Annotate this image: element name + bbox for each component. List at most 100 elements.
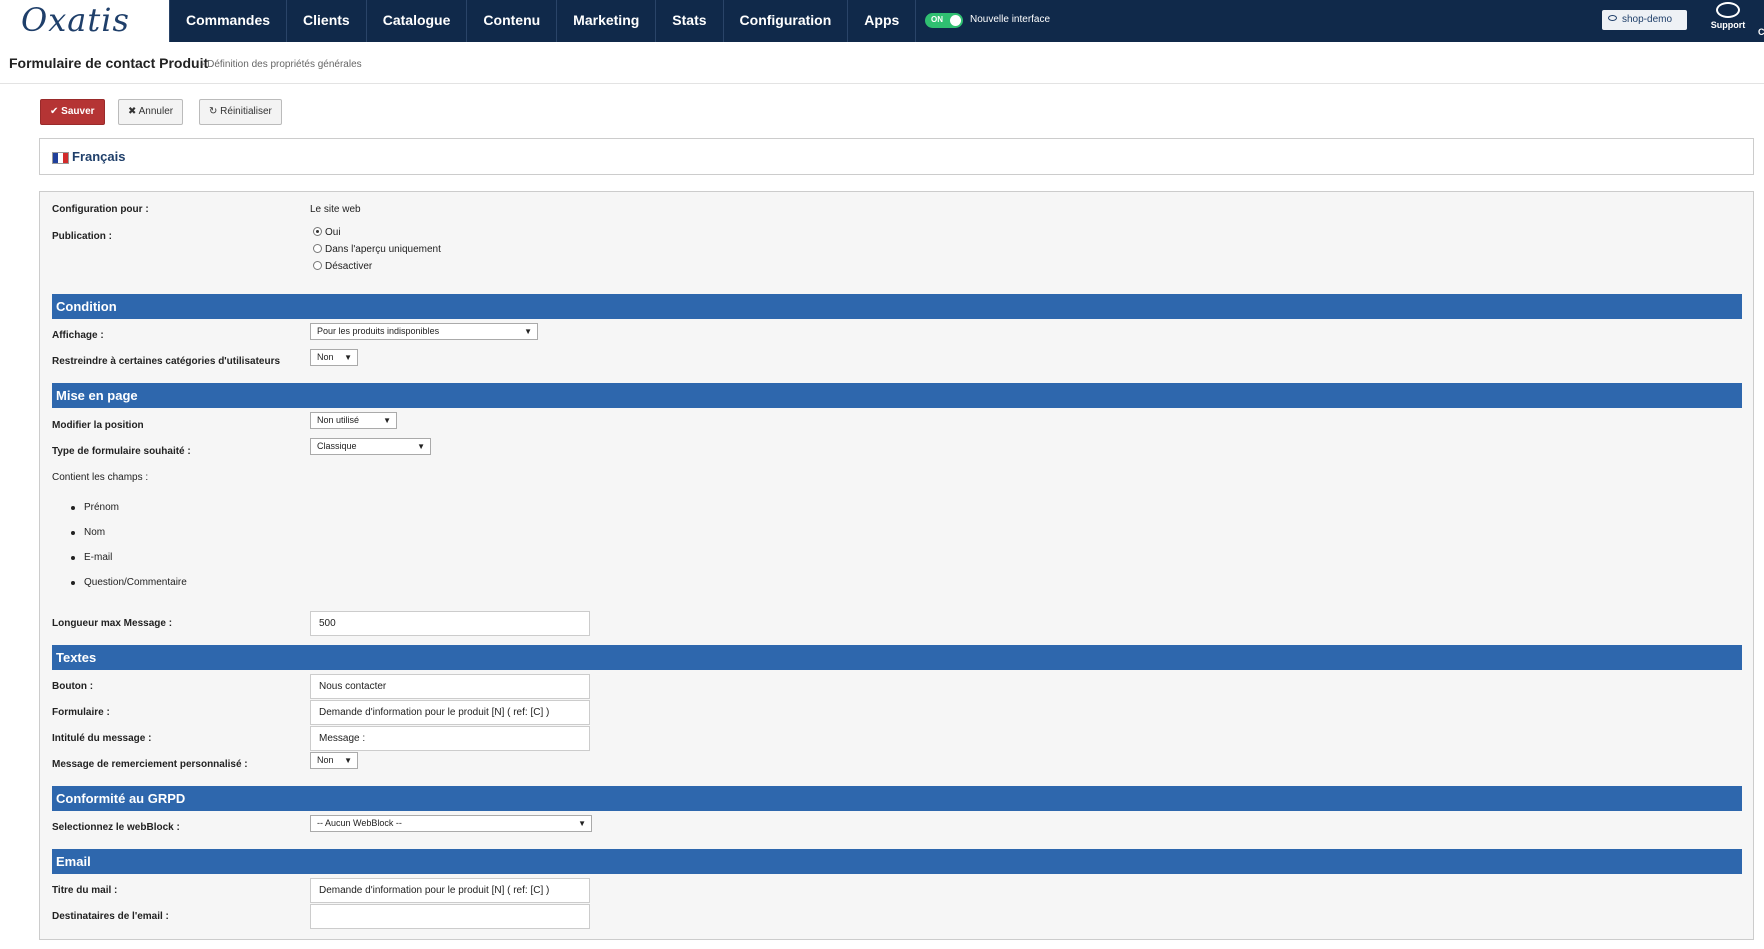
logo[interactable]: Oxatis	[0, 0, 169, 42]
logo-text: Oxatis	[21, 1, 130, 39]
nav-item-apps[interactable]: Apps	[848, 0, 917, 42]
publication-label: Publication :	[52, 231, 112, 242]
nav-item-configuration[interactable]: Configuration	[724, 0, 849, 42]
radio-icon	[313, 243, 322, 253]
list-item: E-mail	[70, 552, 112, 563]
toggle-label: Nouvelle interface	[970, 14, 1051, 25]
french-flag-icon	[52, 152, 69, 164]
affichage-select[interactable]: Pour les produits indisponibles ▼	[310, 323, 538, 340]
check-icon: ✔	[50, 106, 59, 117]
intitule-label: Intitulé du message :	[52, 733, 152, 744]
formulaire-input[interactable]: Demande d'information pour le produit [N…	[310, 700, 590, 725]
cancel-label: Annuler	[138, 106, 174, 117]
publication-option-desactiver[interactable]: Désactiver	[313, 260, 373, 272]
reset-label: Réinitialiser	[220, 106, 272, 117]
language-panel: Français	[39, 138, 1754, 175]
truncated-nav-label[interactable]: C	[1758, 27, 1764, 37]
page-subtitle: - Définition des propriétés générales	[201, 59, 362, 70]
mail-title-input[interactable]: Demande d'information pour le produit [N…	[310, 878, 590, 903]
dropdown-arrow-icon: ▼	[344, 353, 352, 362]
save-label: Sauver	[61, 106, 95, 117]
form-type-select[interactable]: Classique ▼	[310, 438, 431, 455]
radio-icon	[313, 260, 322, 270]
nav-item-clients[interactable]: Clients	[287, 0, 367, 42]
section-condition: Condition	[52, 294, 1742, 319]
close-icon: ✖	[128, 106, 137, 117]
restreindre-value: Non	[317, 352, 334, 362]
section-textes: Textes	[52, 645, 1742, 670]
dropdown-arrow-icon: ▼	[383, 416, 391, 425]
config-label: Configuration pour :	[52, 204, 149, 215]
cancel-button[interactable]: ✖ Annuler	[118, 99, 184, 125]
max-length-value: 500	[319, 618, 336, 629]
publication-option-label: Désactiver	[325, 261, 373, 272]
max-length-label: Longueur max Message :	[52, 618, 173, 629]
shop-demo-label: shop-demo	[1622, 14, 1673, 25]
form-type-label: Type de formulaire souhaité :	[52, 446, 191, 457]
remerciement-value: Non	[317, 755, 334, 765]
dropdown-arrow-icon: ▼	[578, 819, 586, 828]
top-navbar: Oxatis Commandes Clients Catalogue Conte…	[0, 0, 1764, 42]
webblock-value: -- Aucun WebBlock --	[317, 818, 402, 828]
recipients-label: Destinataires de l'email :	[52, 911, 169, 922]
restreindre-label: Restreindre à certaines catégories d'uti…	[52, 356, 281, 367]
bouton-label: Bouton :	[52, 681, 94, 692]
position-label: Modifier la position	[52, 420, 144, 431]
position-value: Non utilisé	[317, 415, 360, 425]
dropdown-arrow-icon: ▼	[344, 756, 352, 765]
intitule-value: Message :	[319, 733, 366, 744]
list-item: Question/Commentaire	[70, 577, 187, 588]
save-button[interactable]: ✔ Sauver	[40, 99, 105, 125]
list-item: Nom	[70, 527, 105, 538]
remerciement-label: Message de remerciement personnalisé :	[52, 759, 248, 770]
nav-item-stats[interactable]: Stats	[656, 0, 724, 42]
radio-checked-icon	[313, 226, 322, 236]
support-button[interactable]: Support	[1706, 2, 1750, 30]
contains-fields-label: Contient les champs :	[52, 472, 149, 483]
webblock-label: Selectionnez le webBlock :	[52, 822, 180, 833]
config-value: Le site web	[310, 204, 361, 215]
affichage-value: Pour les produits indisponibles	[317, 326, 440, 336]
mail-title-value: Demande d'information pour le produit [N…	[319, 885, 550, 896]
nav-item-contenu[interactable]: Contenu	[467, 0, 558, 42]
main-nav: Commandes Clients Catalogue Contenu Mark…	[169, 0, 917, 42]
nav-item-marketing[interactable]: Marketing	[557, 0, 657, 42]
section-grpd: Conformité au GRPD	[52, 786, 1742, 811]
reset-button[interactable]: ↻ Réinitialiser	[199, 99, 282, 125]
affichage-label: Affichage :	[52, 330, 104, 341]
publication-option-label: Oui	[325, 227, 341, 238]
mail-title-label: Titre du mail :	[52, 885, 118, 896]
nav-item-catalogue[interactable]: Catalogue	[367, 0, 468, 42]
max-length-input[interactable]: 500	[310, 611, 590, 636]
toggle-knob	[950, 15, 961, 26]
nav-item-commandes[interactable]: Commandes	[169, 0, 288, 42]
position-select[interactable]: Non utilisé ▼	[310, 412, 397, 429]
publication-option-label: Dans l'aperçu uniquement	[325, 244, 441, 255]
list-item: Prénom	[70, 502, 119, 513]
chat-bubble-icon	[1716, 2, 1740, 18]
new-interface-toggle[interactable]: ON	[925, 13, 963, 28]
shop-demo-button[interactable]: shop-demo	[1602, 10, 1687, 30]
page-header: Formulaire de contact Produit - Définiti…	[0, 42, 1764, 84]
toggle-state: ON	[931, 15, 943, 24]
remerciement-select[interactable]: Non ▼	[310, 752, 358, 769]
publication-option-oui[interactable]: Oui	[313, 226, 341, 238]
publication-option-apercu[interactable]: Dans l'aperçu uniquement	[313, 243, 441, 255]
page-title: Formulaire de contact Produit	[9, 55, 209, 71]
refresh-icon: ↻	[209, 106, 218, 117]
dropdown-arrow-icon: ▼	[417, 442, 425, 451]
eye-icon	[1608, 15, 1617, 22]
formulaire-value: Demande d'information pour le produit [N…	[319, 707, 550, 718]
intitule-input[interactable]: Message :	[310, 726, 590, 751]
form-type-value: Classique	[317, 441, 357, 451]
restreindre-select[interactable]: Non ▼	[310, 349, 358, 366]
formulaire-label: Formulaire :	[52, 707, 110, 718]
webblock-select[interactable]: -- Aucun WebBlock -- ▼	[310, 815, 592, 832]
section-email: Email	[52, 849, 1742, 874]
bouton-value: Nous contacter	[319, 681, 387, 692]
language-label: Français	[72, 149, 126, 164]
support-label: Support	[1710, 20, 1746, 30]
recipients-input[interactable]	[310, 904, 590, 929]
bouton-input[interactable]: Nous contacter	[310, 674, 590, 699]
dropdown-arrow-icon: ▼	[524, 327, 532, 336]
